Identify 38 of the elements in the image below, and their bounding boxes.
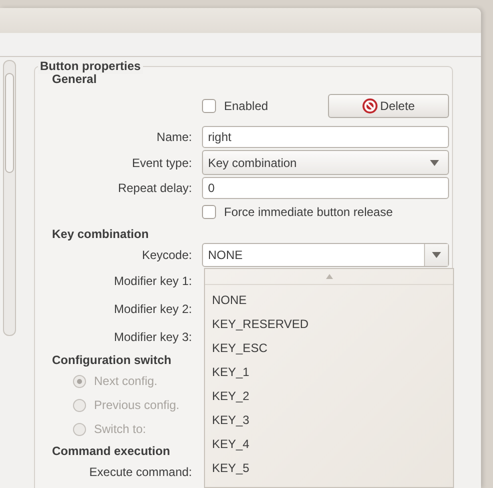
menu-item[interactable]: KEY_5 [205,456,453,480]
menu-item[interactable]: NONE [205,288,453,312]
event-type-dropdown[interactable]: Key combination [202,150,449,175]
scrollbar-thumb[interactable] [5,73,14,173]
radio-label: Previous config. [94,397,180,414]
field-label: Modifier key 2: [112,301,192,318]
section-heading: Command execution [52,443,170,460]
menu-item[interactable]: KEY_2 [205,384,453,408]
field-label: Event type: [130,154,192,172]
delete-button[interactable]: Delete [328,94,449,118]
menu-item[interactable]: KEY_ESC [205,336,453,360]
field-label: Modifier key 1: [112,273,192,290]
field-label: Keycode: [140,247,192,264]
frame-title: Button properties [38,58,143,74]
repeat-delay-field[interactable]: 0 [202,177,449,199]
field-label: Modifier key 3: [112,329,192,346]
field-label: Execute command: [88,464,192,481]
menu-item[interactable]: KEY_1 [205,360,453,384]
menu-item[interactable]: KEY_3 [205,408,453,432]
section-heading: Configuration switch [52,352,172,369]
scrollbar[interactable] [3,60,16,336]
field-label: Repeat delay: [116,180,192,197]
name-field[interactable]: right [202,126,449,148]
radio-label: Switch to: [94,421,146,438]
checkbox-label: Force immediate button release [224,204,393,221]
checkbox[interactable] [202,99,216,113]
checkbox-label: Enabled [224,98,268,115]
menu-item[interactable]: KEY_RESERVED [205,312,453,336]
checkbox[interactable] [202,205,216,219]
dropdown-arrow-icon [430,160,439,166]
no-entry-icon [362,98,378,114]
section-heading: General [52,72,97,86]
keycode-combo-box[interactable]: NONE [202,243,449,267]
radio-label: Next config. [94,373,158,390]
section-heading: Key combination [52,227,149,241]
scroll-up-icon[interactable] [326,274,332,279]
menu-item[interactable]: KEY_4 [205,432,453,456]
field-label: Name: [156,129,192,146]
